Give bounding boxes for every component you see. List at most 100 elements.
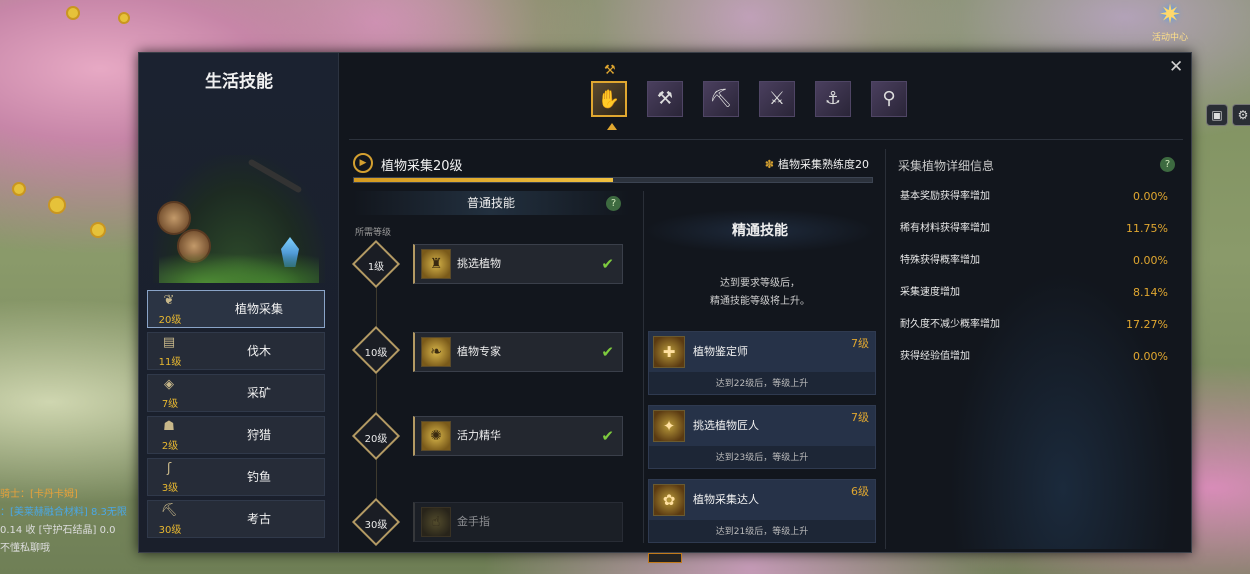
- golden-finger-icon: ☝: [421, 507, 451, 537]
- normal-skill-row[interactable]: ❧ 植物专家 ✔: [413, 332, 623, 372]
- mastery-desc-line: 精通技能等级将上升。: [710, 296, 810, 307]
- detail-value: 17.27%: [1126, 318, 1168, 331]
- chat-line: 骑士：[卡丹卡姆]: [0, 489, 78, 500]
- mastery-name: 挑选植物匠人: [693, 419, 759, 432]
- detail-label: 耐久度不减少概率增加: [900, 319, 1000, 330]
- normal-skill-row[interactable]: ♜ 挑选植物 ✔: [413, 244, 623, 284]
- mastery-name: 植物鉴定师: [693, 345, 748, 358]
- details-panel: 采集植物详细信息 ? 基本奖励获得率增加 0.00% 稀有材料获得率增加 11.…: [885, 149, 1181, 549]
- divider: [349, 139, 1183, 140]
- category-fishing[interactable]: ʃ 3级 钓鱼: [147, 458, 325, 496]
- chat-line: 0.14 收 [守护石结晶] 0.0: [0, 525, 116, 536]
- detail-label: 特殊获得概率增加: [900, 255, 980, 266]
- axe-icon[interactable]: ⚒: [647, 81, 683, 117]
- help-icon[interactable]: ?: [606, 196, 621, 211]
- fishing-rod-icon[interactable]: ⚓: [815, 81, 851, 117]
- normal-skills-header: 普通技能: [353, 191, 629, 215]
- detail-label: 稀有材料获得率增加: [900, 223, 990, 234]
- detail-label: 采集速度增加: [900, 287, 960, 298]
- required-level-label: 所需等级: [355, 228, 392, 238]
- sprout-icon: ❦: [163, 293, 175, 308]
- helmet-icon: ♜: [421, 249, 451, 279]
- hunting-icon: ☗: [163, 419, 175, 434]
- category-name: 考古: [246, 512, 271, 526]
- details-title: 采集植物详细信息: [898, 159, 995, 173]
- expert-icon: ✿: [653, 484, 685, 516]
- mastery-card[interactable]: ✿ 植物采集达人 6级 达到21级后，等级上升: [648, 479, 876, 543]
- mastery-desc-line: 达到要求等级后，: [720, 278, 800, 289]
- category-logging[interactable]: ▤ 11级 伐木: [147, 332, 325, 370]
- leaves-icon: ❧: [421, 337, 451, 367]
- mastery-name: 植物采集达人: [693, 493, 759, 506]
- detail-row: 获得经验值增加 0.00%: [900, 347, 1168, 367]
- settings-icon[interactable]: ⚙: [1232, 104, 1250, 126]
- shovel-icon[interactable]: ⚲: [871, 81, 907, 117]
- shovel-icon: ⛏: [160, 503, 178, 518]
- skill-progress-fill: [354, 178, 613, 182]
- mastery-condition: 达到23级后，等级上升: [715, 453, 809, 463]
- sunflower: [48, 196, 66, 214]
- skill-name: 挑选植物: [457, 257, 501, 270]
- ore-icon: ◈: [164, 377, 174, 392]
- detail-row: 稀有材料获得率增加 11.75%: [900, 219, 1168, 239]
- sidebar: 生活技能 ❦ 20级 植物采集 ▤ 11级 伐木 ◈ 7级 采矿 ☗ 2级 狩猎: [139, 53, 339, 552]
- mastery-card[interactable]: ✚ 植物鉴定师 7级 达到22级后，等级上升: [648, 331, 876, 395]
- skill-name: 活力精华: [457, 429, 501, 442]
- detail-label: 基本奖励获得率增加: [900, 191, 990, 202]
- normal-skill-row[interactable]: ✺ 活力精华 ✔: [413, 416, 623, 456]
- detail-row: 耐久度不减少概率增加 17.27%: [900, 315, 1168, 335]
- detail-row: 采集速度增加 8.14%: [900, 283, 1168, 303]
- normal-skills-title: 普通技能: [353, 191, 629, 215]
- detail-value: 8.14%: [1133, 286, 1168, 299]
- detail-label: 获得经验值增加: [900, 351, 970, 362]
- log-icon: ▤: [162, 335, 176, 350]
- mastery-section: 精通技能 达到要求等级后， 精通技能等级将上升。 ✚ 植物鉴定师 7级 达到22…: [643, 191, 876, 543]
- category-name: 钓鱼: [246, 470, 271, 484]
- fishhook-icon: ʃ: [166, 461, 172, 476]
- appraiser-icon: ✚: [653, 336, 685, 368]
- event-center-button[interactable]: ✷ 活动中心: [1148, 0, 1192, 44]
- life-skill-window: 生活技能 ❦ 20级 植物采集 ▤ 11级 伐木 ◈ 7级 采矿 ☗ 2级 狩猎: [138, 52, 1192, 553]
- category-archaeology[interactable]: ⛏ 30级 考古: [147, 500, 325, 538]
- mastery-card[interactable]: ✦ 挑选植物匠人 7级 达到23级后，等级上升: [648, 405, 876, 469]
- hammer-icon: ⚒: [604, 63, 616, 78]
- sunflower: [118, 12, 130, 24]
- mastery-condition: 达到21级后，等级上升: [715, 527, 809, 537]
- sunflower: [90, 222, 106, 238]
- skill-header: ▶ 植物采集20级 ✽ 植物采集熟练度20: [353, 153, 873, 175]
- artisan-icon: ✦: [653, 410, 685, 442]
- essence-icon: ✺: [421, 421, 451, 451]
- mastery-level: 7级: [851, 411, 869, 424]
- category-hunting[interactable]: ☗ 2级 狩猎: [147, 416, 325, 454]
- active-tab-indicator: [607, 123, 617, 130]
- hotbar-slot[interactable]: [648, 553, 682, 563]
- chat-log[interactable]: 骑士：[卡丹卡姆] ：[美莱赫融合材料] 8.3无限 0.14 收 [守护石结晶…: [0, 486, 150, 558]
- level-label: 20级: [364, 434, 388, 445]
- gathering-glove-icon[interactable]: ✋: [591, 81, 627, 117]
- category-level: 3级: [161, 483, 179, 494]
- normal-skill-row-locked[interactable]: ☝ 金手指: [413, 502, 623, 542]
- help-icon[interactable]: ?: [1160, 157, 1175, 172]
- detail-value: 0.00%: [1133, 254, 1168, 267]
- event-star-icon: ✷: [1159, 0, 1181, 30]
- category-gathering[interactable]: ❦ 20级 植物采集: [147, 290, 325, 328]
- inventory-icon[interactable]: ▣: [1206, 104, 1228, 126]
- level-label: 10级: [364, 348, 388, 359]
- skill-name: 金手指: [457, 515, 490, 528]
- close-icon[interactable]: ✕: [1169, 57, 1183, 77]
- pickaxe-icon[interactable]: ⛏: [703, 81, 739, 117]
- mastery-description: 达到要求等级后， 精通技能等级将上升。: [644, 275, 876, 311]
- check-icon: ✔: [601, 427, 614, 445]
- hunting-knife-icon[interactable]: ⚔: [759, 81, 795, 117]
- category-level: 2级: [161, 441, 179, 452]
- sunflower: [66, 6, 80, 20]
- play-icon[interactable]: ▶: [353, 153, 373, 173]
- category-level: 30级: [158, 525, 182, 536]
- detail-row: 基本奖励获得率增加 0.00%: [900, 187, 1168, 207]
- skill-title: 植物采集20级: [381, 159, 463, 174]
- skill-name: 植物专家: [457, 345, 501, 358]
- check-icon: ✔: [601, 343, 614, 361]
- category-mining[interactable]: ◈ 7级 采矿: [147, 374, 325, 412]
- mastery-level: 6级: [851, 485, 869, 498]
- sunflower: [12, 182, 26, 196]
